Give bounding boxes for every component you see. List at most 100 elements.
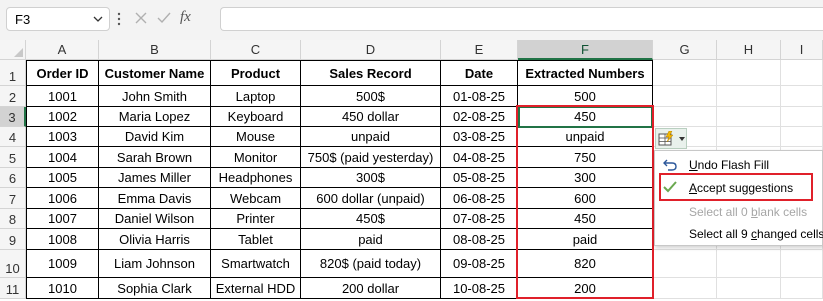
cell-date[interactable]: 08-08-25 xyxy=(441,229,518,250)
cell-customer-name[interactable]: David Kim xyxy=(99,127,211,147)
cell-date[interactable]: 10-08-25 xyxy=(441,278,518,299)
cell-sales-record[interactable]: 200 dollar xyxy=(301,278,441,299)
column-header-h[interactable]: H xyxy=(717,40,781,60)
empty-cell[interactable] xyxy=(653,107,717,127)
cell-customer-name[interactable]: Sarah Brown xyxy=(99,147,211,168)
empty-cell[interactable] xyxy=(717,86,781,107)
cell-product[interactable]: Webcam xyxy=(211,188,301,209)
cancel-icon[interactable] xyxy=(134,11,148,25)
cell-extracted-numbers[interactable]: 500 xyxy=(518,86,653,107)
empty-cell[interactable] xyxy=(781,250,823,278)
row-header-6[interactable]: 6 xyxy=(0,168,26,188)
select-all-corner[interactable] xyxy=(0,40,26,60)
cell-date[interactable]: 01-08-25 xyxy=(441,86,518,107)
cell-date[interactable]: 04-08-25 xyxy=(441,147,518,168)
cell-sales-record[interactable]: unpaid xyxy=(301,127,441,147)
empty-cell[interactable] xyxy=(653,278,717,299)
empty-cell[interactable] xyxy=(781,86,823,107)
cell-order-id[interactable]: 1006 xyxy=(26,188,99,209)
insert-function-button[interactable]: fx xyxy=(180,9,191,26)
cell-product[interactable]: Headphones xyxy=(211,168,301,188)
header-cell-sales-record[interactable]: Sales Record xyxy=(301,60,441,86)
cell-sales-record[interactable]: paid xyxy=(301,229,441,250)
cell-customer-name[interactable]: Liam Johnson xyxy=(99,250,211,278)
cell-customer-name[interactable]: John Smith xyxy=(99,86,211,107)
header-cell-date[interactable]: Date xyxy=(441,60,518,86)
cell-customer-name[interactable]: Sophia Clark xyxy=(99,278,211,299)
cell-sales-record[interactable]: 450 dollar xyxy=(301,107,441,127)
empty-cell[interactable] xyxy=(717,278,781,299)
formula-input[interactable] xyxy=(220,7,823,31)
empty-cell[interactable] xyxy=(781,278,823,299)
cell-sales-record[interactable]: 600 dollar (unpaid) xyxy=(301,188,441,209)
empty-cell[interactable] xyxy=(781,60,823,86)
row-header-2[interactable]: 2 xyxy=(0,86,26,107)
cell-customer-name[interactable]: Olivia Harris xyxy=(99,229,211,250)
empty-cell[interactable] xyxy=(717,60,781,86)
chevron-down-icon[interactable] xyxy=(91,11,105,27)
cell-customer-name[interactable]: Maria Lopez xyxy=(99,107,211,127)
empty-cell[interactable] xyxy=(653,60,717,86)
cell-product[interactable]: Laptop xyxy=(211,86,301,107)
column-header-f[interactable]: F xyxy=(518,40,653,60)
cell-date[interactable]: 06-08-25 xyxy=(441,188,518,209)
column-header-d[interactable]: D xyxy=(301,40,441,60)
cell-product[interactable]: Printer xyxy=(211,209,301,229)
row-header-1[interactable]: 1 xyxy=(0,60,26,86)
menu-item-select-changed-cells[interactable]: Select all 9 changed cells xyxy=(655,223,823,245)
cell-date[interactable]: 02-08-25 xyxy=(441,107,518,127)
row-header-11[interactable]: 11 xyxy=(0,278,26,299)
cell-customer-name[interactable]: Emma Davis xyxy=(99,188,211,209)
cell-order-id[interactable]: 1008 xyxy=(26,229,99,250)
empty-cell[interactable] xyxy=(717,107,781,127)
cell-sales-record[interactable]: 750$ (paid yesterday) xyxy=(301,147,441,168)
cell-order-id[interactable]: 1004 xyxy=(26,147,99,168)
cell-product[interactable]: Tablet xyxy=(211,229,301,250)
empty-cell[interactable] xyxy=(781,107,823,127)
header-cell-order-id[interactable]: Order ID xyxy=(26,60,99,86)
row-header-8[interactable]: 8 xyxy=(0,209,26,229)
empty-cell[interactable] xyxy=(781,127,823,147)
header-cell-extracted-numbers[interactable]: Extracted Numbers xyxy=(518,60,653,86)
cell-product[interactable]: Monitor xyxy=(211,147,301,168)
cell-customer-name[interactable]: James Miller xyxy=(99,168,211,188)
cell-order-id[interactable]: 1005 xyxy=(26,168,99,188)
cell-product[interactable]: Mouse xyxy=(211,127,301,147)
cell-order-id[interactable]: 1002 xyxy=(26,107,99,127)
row-header-3[interactable]: 3 xyxy=(0,107,26,127)
header-cell-product[interactable]: Product xyxy=(211,60,301,86)
flash-fill-options-button[interactable] xyxy=(655,128,687,149)
row-header-10[interactable]: 10 xyxy=(0,250,26,278)
cell-order-id[interactable]: 1009 xyxy=(26,250,99,278)
cell-order-id[interactable]: 1007 xyxy=(26,209,99,229)
column-header-i[interactable]: I xyxy=(781,40,823,60)
column-header-c[interactable]: C xyxy=(211,40,301,60)
cell-order-id[interactable]: 1003 xyxy=(26,127,99,147)
empty-cell[interactable] xyxy=(653,250,717,278)
header-cell-customer-name[interactable]: Customer Name xyxy=(99,60,211,86)
column-header-g[interactable]: G xyxy=(653,40,717,60)
cell-product[interactable]: Keyboard xyxy=(211,107,301,127)
cell-date[interactable]: 07-08-25 xyxy=(441,209,518,229)
empty-cell[interactable] xyxy=(653,86,717,107)
cell-sales-record[interactable]: 820$ (paid today) xyxy=(301,250,441,278)
cell-order-id[interactable]: 1010 xyxy=(26,278,99,299)
row-header-9[interactable]: 9 xyxy=(0,229,26,250)
row-header-5[interactable]: 5 xyxy=(0,147,26,168)
column-header-b[interactable]: B xyxy=(99,40,211,60)
column-header-e[interactable]: E xyxy=(441,40,518,60)
cell-product[interactable]: Smartwatch xyxy=(211,250,301,278)
cell-product[interactable]: External HDD xyxy=(211,278,301,299)
cell-date[interactable]: 05-08-25 xyxy=(441,168,518,188)
cell-date[interactable]: 03-08-25 xyxy=(441,127,518,147)
row-header-7[interactable]: 7 xyxy=(0,188,26,209)
row-header-4[interactable]: 4 xyxy=(0,127,26,147)
cell-date[interactable]: 09-08-25 xyxy=(441,250,518,278)
enter-check-icon[interactable] xyxy=(156,11,172,25)
cell-sales-record[interactable]: 300$ xyxy=(301,168,441,188)
cell-customer-name[interactable]: Daniel Wilson xyxy=(99,209,211,229)
more-options-icon[interactable] xyxy=(116,11,122,27)
cell-sales-record[interactable]: 500$ xyxy=(301,86,441,107)
empty-cell[interactable] xyxy=(717,127,781,147)
cell-order-id[interactable]: 1001 xyxy=(26,86,99,107)
